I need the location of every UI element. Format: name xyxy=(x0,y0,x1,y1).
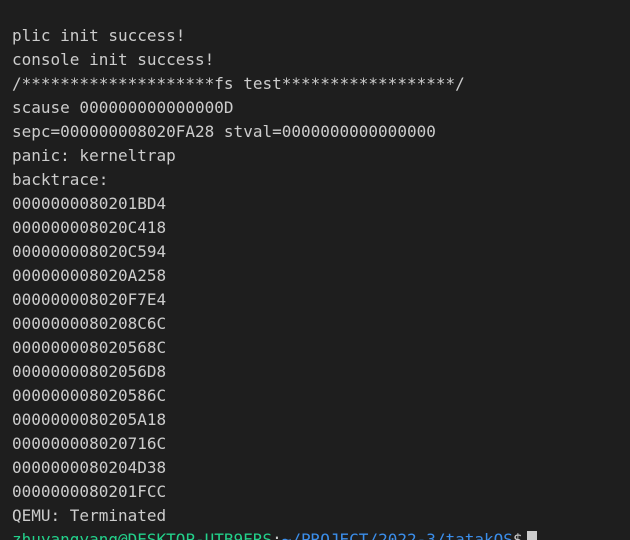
output-line: /********************fs test************… xyxy=(12,74,465,93)
prompt-path: ~/PROJECT/2022-3/tatakOS xyxy=(281,530,513,540)
output-line: panic: kerneltrap xyxy=(12,146,176,165)
backtrace-address: 0000000080201FCC xyxy=(12,482,167,501)
backtrace-address: 000000008020586C xyxy=(12,386,167,405)
backtrace-address: 0000000080204D38 xyxy=(12,458,167,477)
prompt-symbol: $ xyxy=(512,530,523,540)
backtrace-address: 00000000802056D8 xyxy=(12,362,167,381)
prompt-user-host: zhuyangyang@DESKTOP-UTB9ERS xyxy=(12,530,273,540)
backtrace-address: 0000000080208C6C xyxy=(12,314,167,333)
backtrace-address: 000000008020C594 xyxy=(12,242,167,261)
terminal-output: plic init success! console init success!… xyxy=(12,24,630,540)
text-cursor xyxy=(526,531,537,540)
output-line: sepc=000000008020FA28 stval=000000000000… xyxy=(12,122,436,141)
output-line: console init success! xyxy=(12,50,215,69)
backtrace-address: 000000008020F7E4 xyxy=(12,290,167,309)
prompt-separator: : xyxy=(272,530,282,540)
shell-prompt[interactable]: zhuyangyang@DESKTOP-UTB9ERS:~/PROJECT/20… xyxy=(12,528,630,540)
output-line: scause 000000000000000D xyxy=(12,98,234,117)
output-line: QEMU: Terminated xyxy=(12,506,167,525)
output-line: backtrace: xyxy=(12,170,109,189)
backtrace-address: 0000000080201BD4 xyxy=(12,194,167,213)
backtrace-address: 000000008020568C xyxy=(12,338,167,357)
backtrace-address: 000000008020716C xyxy=(12,434,167,453)
output-line: plic init success! xyxy=(12,26,186,45)
backtrace-address: 0000000080205A18 xyxy=(12,410,167,429)
terminal-window[interactable]: plic init success! console init success!… xyxy=(0,0,630,540)
backtrace-address: 000000008020C418 xyxy=(12,218,167,237)
backtrace-address: 000000008020A258 xyxy=(12,266,167,285)
